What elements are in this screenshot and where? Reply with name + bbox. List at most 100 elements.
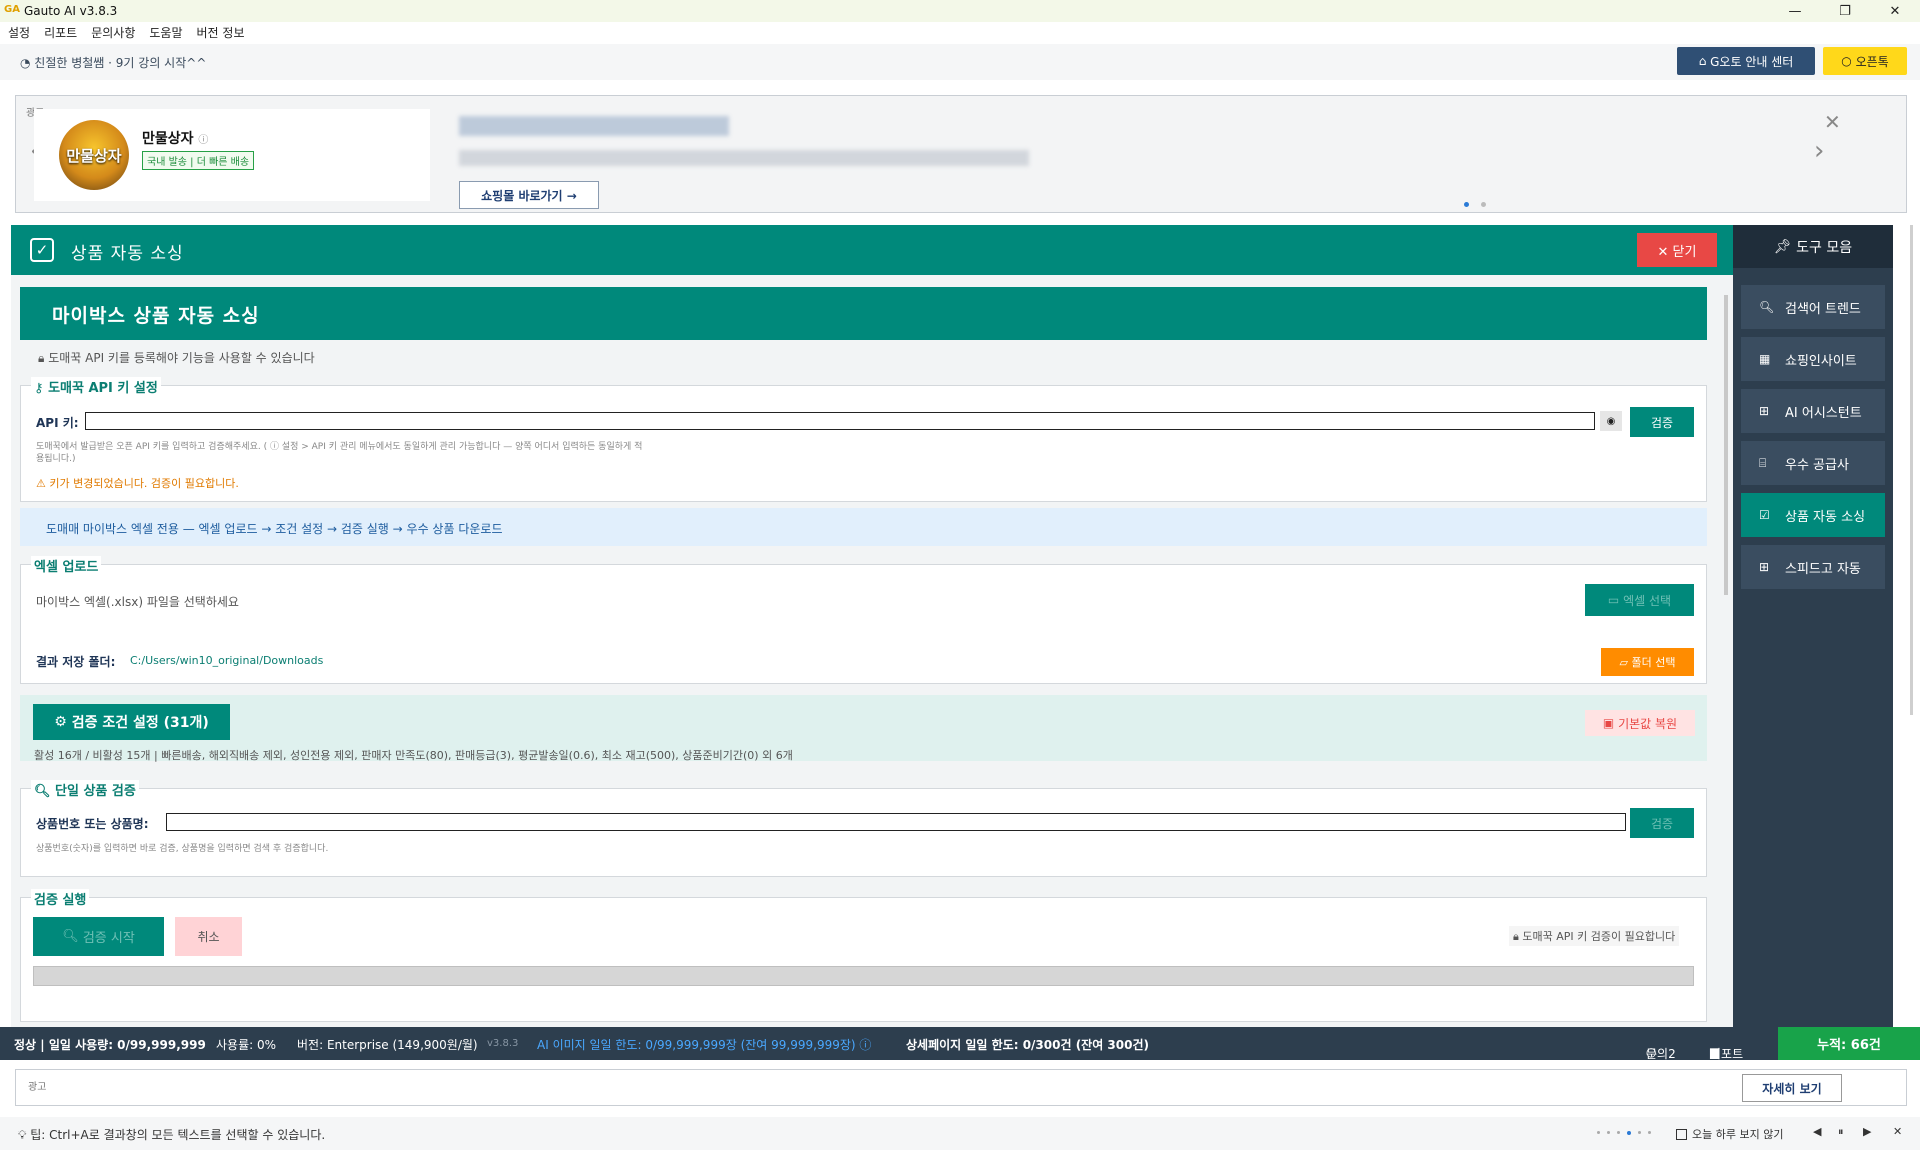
search-icon: 🔍︎ bbox=[34, 784, 56, 799]
robot-icon: ⊞ bbox=[1759, 404, 1770, 418]
tip-dot[interactable] bbox=[1597, 1131, 1600, 1134]
start-verify-button[interactable]: 🔍︎ 검증 시작 bbox=[33, 917, 164, 956]
excel-file-prompt: 마이박스 엑셀(.xlsx) 파일을 선택하세요 bbox=[36, 595, 239, 609]
ad-dot-2[interactable] bbox=[1481, 202, 1486, 207]
reset-defaults-button[interactable]: ▣ 기본값 복원 bbox=[1585, 710, 1695, 736]
info-icon: ⓘ bbox=[198, 135, 209, 146]
tip-dot[interactable] bbox=[1617, 1131, 1620, 1134]
ad-dot-1[interactable] bbox=[1464, 202, 1469, 207]
bulb-icon: 💡︎ bbox=[18, 1128, 31, 1142]
bottom-ad-label: 광고 bbox=[28, 1082, 47, 1093]
eye-icon[interactable]: ◉ bbox=[1600, 411, 1622, 431]
gear-icon: ⚙ bbox=[54, 714, 72, 730]
api-key-input[interactable] bbox=[85, 412, 1595, 430]
conditions-summary: 활성 16개 / 비활성 15개 | 빠른배송, 해외직배송 제외, 성인전용 … bbox=[34, 749, 793, 762]
api-needed-note: 🔒︎ 도매꾹 API 키 검증이 필요합니다 bbox=[1509, 926, 1680, 946]
lock-note: 🔒︎ 도매꾹 API 키를 등록해야 기능을 사용할 수 있습니다 bbox=[38, 351, 315, 365]
tools-panel: 📌︎ 도구 모음 🔍︎ 검색어 트렌드 ▦ 쇼핑인사이트 ⊞ AI 어시스턴트 ⌸ 우수… bbox=[1733, 225, 1893, 1027]
tool-ai-assistant[interactable]: ⊞ AI 어시스턴트 bbox=[1741, 389, 1885, 433]
excel-select-button[interactable]: ▭ 엑셀 선택 bbox=[1585, 584, 1694, 616]
notice-row: ◔ 친절한 병철쌤 · 9기 강의 시작^^ bbox=[0, 44, 1920, 80]
single-product-group: 🔍︎ 단일 상품 검증 bbox=[20, 780, 1707, 877]
title-bar: GA Gauto AI v3.8.3 — ❐ ✕ bbox=[0, 0, 1920, 22]
pin-icon: 📌︎ bbox=[1773, 238, 1797, 255]
more-details-button[interactable]: 자세히 보기 bbox=[1742, 1074, 1842, 1102]
tip-dot[interactable] bbox=[1638, 1131, 1641, 1134]
tip-close-button[interactable]: ✕ bbox=[1893, 1125, 1902, 1138]
tip-dot[interactable] bbox=[1607, 1131, 1610, 1134]
status-state: 정상 | 일일 사용량: 0/99,999,999 bbox=[14, 1038, 206, 1052]
tip-dot[interactable] bbox=[1648, 1131, 1651, 1134]
ad-blurred-text bbox=[459, 150, 1029, 166]
section-header: 마이박스 상품 자동 소싱 bbox=[20, 287, 1707, 340]
status-ai-limit[interactable]: AI 이미지 일일 한도: 0/99,999,999장 (잔여 99,999,9… bbox=[537, 1036, 871, 1053]
close-window-button[interactable]: ✕ bbox=[1870, 0, 1920, 22]
key-icon: ⚷ bbox=[34, 381, 49, 396]
tool-search-trend[interactable]: 🔍︎ 검색어 트렌드 bbox=[1741, 285, 1885, 329]
checkbox-box bbox=[1676, 1128, 1687, 1140]
maximize-button[interactable]: ❐ bbox=[1820, 0, 1870, 22]
window-controls: — ❐ ✕ bbox=[1770, 0, 1920, 22]
ad-close-icon[interactable]: ✕ bbox=[1824, 110, 1841, 134]
robot-icon: ⊞ bbox=[1759, 560, 1770, 574]
menu-inquiry[interactable]: 문의사항 bbox=[91, 24, 135, 41]
window-scrollbar[interactable] bbox=[1910, 225, 1913, 715]
guide-center-button[interactable]: ⌂ G오토 안내 센터 bbox=[1677, 47, 1815, 75]
status-edition: 버전: Enterprise (149,900원/월) bbox=[297, 1038, 478, 1052]
checkbox-icon: ✓ bbox=[30, 238, 54, 262]
open-chat-button[interactable]: ○ 오픈톡 bbox=[1823, 47, 1907, 75]
tool-auto-sourcing[interactable]: ☑ 상품 자동 소싱 bbox=[1741, 493, 1885, 537]
bell-icon: ◔ bbox=[20, 56, 35, 70]
panel-title: 상품 자동 소싱 bbox=[71, 244, 184, 264]
menu-report[interactable]: 리포트 bbox=[44, 24, 77, 41]
folder-select-button[interactable]: ▱ 폴더 선택 bbox=[1601, 648, 1694, 676]
product-verify-button[interactable]: 검증 bbox=[1630, 808, 1694, 838]
product-hint: 상품번호(숫자)를 입력하면 바로 검증, 상품명을 입력하면 검색 후 검증합… bbox=[36, 844, 329, 854]
run-group: 검증 실행 bbox=[20, 889, 1707, 1022]
app-logo: GA bbox=[4, 4, 20, 15]
api-key-legend: ⚷ 도매꾹 API 키 설정 bbox=[31, 377, 161, 396]
ad-next-icon[interactable]: › bbox=[1814, 136, 1824, 166]
ad-shop-card[interactable]: 만물상자 만물상자 ⓘ 국내 발송 | 더 빠른 배송 bbox=[34, 109, 430, 201]
tip-prev-button[interactable]: ◀ bbox=[1813, 1125, 1821, 1138]
checkbox-icon: ☑ bbox=[1759, 508, 1770, 522]
tool-shopping-insight[interactable]: ▦ 쇼핑인사이트 bbox=[1741, 337, 1885, 381]
tip-pager bbox=[1597, 1131, 1658, 1135]
minimize-button[interactable]: — bbox=[1770, 0, 1820, 22]
tip-next-button[interactable]: ▶ bbox=[1863, 1125, 1871, 1138]
single-product-legend: 🔍︎ 단일 상품 검증 bbox=[31, 780, 139, 799]
folder-path: C:/Users/win10_original/Downloads bbox=[130, 654, 324, 667]
flow-text: 도매매 마이박스 엑셀 전용 — 엑셀 업로드 → 조건 설정 → 검증 실행 … bbox=[46, 522, 503, 536]
tools-header: 📌︎ 도구 모음 bbox=[1733, 225, 1893, 268]
notice-text[interactable]: ◔ 친절한 병철쌤 · 9기 강의 시작^^ bbox=[20, 54, 206, 71]
panel-header: ✓ 상품 자동 소싱 bbox=[11, 225, 1733, 275]
ad-blurred-title bbox=[459, 116, 729, 136]
hide-today-checkbox[interactable]: 오늘 하루 보지 않기 bbox=[1676, 1126, 1783, 1142]
status-bar: 정상 | 일일 사용량: 0/99,999,999 사용률: 0% 버전: En… bbox=[0, 1027, 1920, 1061]
tool-top-suppliers[interactable]: ⌸ 우수 공급사 bbox=[1741, 441, 1885, 485]
content-scrollbar[interactable] bbox=[1724, 295, 1728, 595]
shop-link-button[interactable]: 쇼핑몰 바로가기 → bbox=[459, 181, 599, 209]
bottom-ad: 광고 자세히 보기 bbox=[15, 1069, 1907, 1106]
tip-dot-active[interactable] bbox=[1627, 1131, 1631, 1135]
product-input[interactable] bbox=[166, 813, 1626, 831]
cancel-button[interactable]: 취소 bbox=[175, 917, 242, 956]
close-panel-button[interactable]: ✕ 닫기 bbox=[1637, 233, 1717, 267]
lock-icon: 🔒︎ bbox=[1513, 930, 1523, 943]
progress-bar bbox=[33, 966, 1694, 986]
menu-settings[interactable]: 설정 bbox=[8, 24, 30, 41]
store-icon: ⌸ bbox=[1759, 455, 1767, 470]
menu-help[interactable]: 도움말 bbox=[149, 24, 182, 41]
tip-pause-button[interactable]: ⏸ bbox=[1838, 1125, 1844, 1139]
excel-legend: 엑셀 업로드 bbox=[31, 556, 102, 575]
product-label: 상품번호 또는 상품명: bbox=[36, 817, 149, 831]
shop-logo: 만물상자 bbox=[59, 120, 129, 190]
menu-version[interactable]: 버전 정보 bbox=[197, 24, 245, 41]
conditions-button[interactable]: ⚙ 검증 조건 설정 (31개) bbox=[33, 704, 230, 740]
status-usage-rate: 사용률: 0% bbox=[216, 1038, 277, 1052]
tip-row: 💡︎ 팁: Ctrl+A로 결과창의 모든 텍스트를 선택할 수 있습니다. 오… bbox=[0, 1117, 1920, 1150]
tool-speedgo-auto[interactable]: ⊞ 스피드고 자동 bbox=[1741, 545, 1885, 589]
api-key-hint: 도매꾹에서 발급받은 오픈 API 키를 입력하고 검증해주세요. ( ⓘ 설정… bbox=[36, 442, 643, 464]
flow-bar: 도매매 마이박스 엑셀 전용 — 엑셀 업로드 → 조건 설정 → 검증 실행 … bbox=[20, 508, 1707, 546]
api-verify-button[interactable]: 검증 bbox=[1630, 407, 1694, 437]
